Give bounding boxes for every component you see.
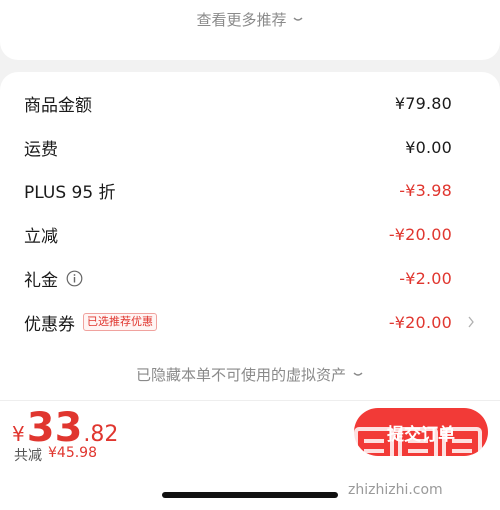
row-value: -¥2.00: [399, 268, 452, 288]
total-price: ¥ 33 .82: [12, 408, 118, 448]
summary-row-shipping: 运费 ¥0.00: [24, 134, 452, 160]
row-value: ¥79.80: [394, 93, 452, 113]
price-integer: 33: [26, 405, 83, 451]
recommend-card: 查看更多推荐: [0, 0, 500, 60]
row-label: 商品金额: [24, 95, 92, 116]
row-value: ¥0.00: [405, 137, 452, 157]
info-icon[interactable]: [66, 270, 83, 287]
summary-row-goods-amount: 商品金额 ¥79.80: [24, 90, 452, 116]
price-summary-card: 商品金额 ¥79.80 运费 ¥0.00 PLUS 95 折 -¥3.98 立减…: [0, 72, 500, 400]
row-label: 立减: [24, 226, 58, 247]
more-recommend-label: 查看更多推荐: [196, 11, 287, 29]
home-indicator[interactable]: [162, 492, 338, 498]
row-label: 优惠券: [24, 314, 75, 335]
summary-row-gift-money: 礼金 -¥2.00: [24, 265, 452, 291]
summary-row-coupon[interactable]: 优惠券 已选推荐优惠 -¥20.00: [24, 309, 452, 335]
more-recommend-link[interactable]: 查看更多推荐: [196, 9, 303, 30]
currency-symbol: ¥: [12, 422, 25, 446]
total-saved: 共减 ¥45.98: [14, 445, 97, 465]
coupon-tag: 已选推荐优惠: [83, 313, 157, 331]
row-value: -¥20.00: [388, 312, 452, 332]
price-decimal: .82: [83, 422, 119, 447]
watermark-logo: [354, 427, 482, 471]
saved-amount: ¥45.98: [48, 445, 97, 461]
row-label: PLUS 95 折: [24, 182, 116, 203]
hidden-assets-toggle[interactable]: 已隐藏本单不可使用的虚拟资产: [0, 364, 500, 385]
chevron-down-icon: [353, 371, 363, 376]
row-value: -¥3.98: [399, 180, 452, 200]
hidden-assets-label: 已隐藏本单不可使用的虚拟资产: [135, 366, 346, 384]
chevron-right-icon[interactable]: [466, 315, 476, 329]
row-value: -¥20.00: [388, 224, 452, 244]
summary-row-plus-discount: PLUS 95 折 -¥3.98: [24, 177, 452, 203]
row-label: 运费: [24, 139, 58, 160]
watermark-text: zhizhizhi.com: [348, 482, 443, 498]
summary-row-instant-discount: 立减 -¥20.00: [24, 221, 452, 247]
saved-label: 共减: [14, 448, 42, 464]
chevron-down-icon: [293, 16, 302, 21]
row-label: 礼金: [24, 270, 58, 291]
